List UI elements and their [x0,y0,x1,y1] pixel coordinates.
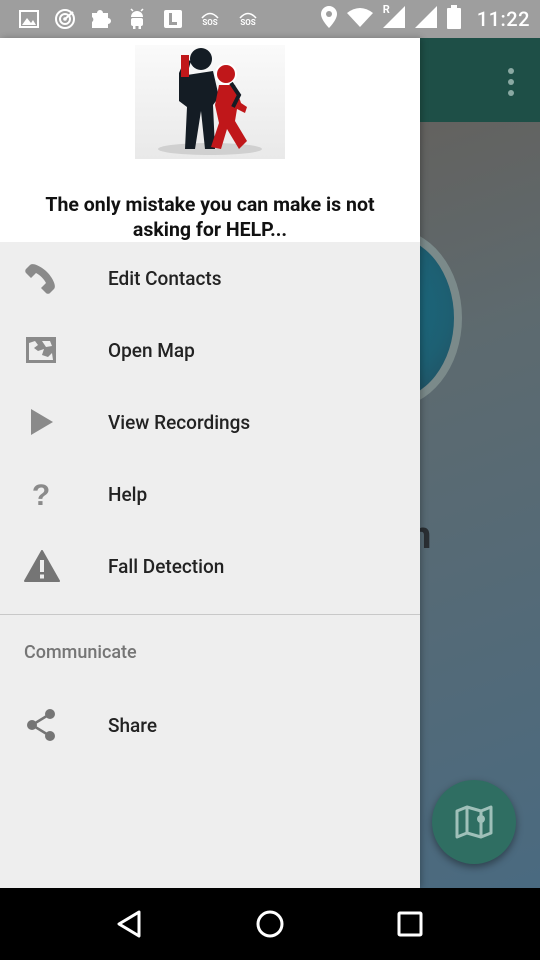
menu-item-label: Edit Contacts [108,266,222,290]
navigation-bar [0,888,540,960]
back-icon [117,910,141,938]
section-title-communicate: Communicate [24,641,137,663]
phone-icon [0,261,108,295]
recents-icon [397,911,423,937]
sos-notification-icon-2: SOS [236,8,260,30]
menu-item-help[interactable]: ? Help [0,458,420,530]
menu-item-label: Fall Detection [108,554,225,578]
menu-item-label: View Recordings [108,410,251,434]
map-icon [455,805,493,839]
wifi-icon [346,7,373,31]
warning-icon [0,550,108,582]
app-notification-icon [162,8,184,30]
signal-icon [414,6,437,32]
android-notification-icon [126,8,148,30]
overflow-menu-icon[interactable] [508,68,514,96]
navigation-drawer: The only mistake you can make is not ask… [0,38,420,888]
play-icon [0,407,108,437]
menu-item-share[interactable]: Share [0,689,420,761]
question-icon: ? [0,477,108,511]
status-bar: SOS SOS R 11:22 [0,0,540,38]
header-quote: The only mistake you can make is not ask… [45,193,375,241]
radar-notification-icon [54,8,76,30]
drawer-menu: Edit Contacts Open Map View Recordings ?… [0,242,420,761]
menu-item-open-map[interactable]: Open Map [0,314,420,386]
image-notification-icon [18,8,40,30]
signal-roaming-icon: R [382,3,405,32]
share-icon [0,708,108,742]
home-icon [256,910,284,938]
drawer-header: The only mistake you can make is not ask… [0,38,420,242]
map-fab[interactable] [432,780,516,864]
back-button[interactable] [100,894,160,954]
menu-item-edit-contacts[interactable]: Edit Contacts [0,242,420,314]
menu-item-view-recordings[interactable]: View Recordings [0,386,420,458]
status-time: 11:22 [476,7,530,31]
menu-item-fall-detection[interactable]: Fall Detection [0,530,420,602]
menu-item-label: Help [108,482,148,506]
sos-notification-icon-1: SOS [198,8,222,30]
home-button[interactable] [240,894,300,954]
help-people-illustration [135,45,285,159]
menu-item-label: Share [108,713,158,737]
recents-button[interactable] [380,894,440,954]
location-icon [320,6,337,32]
svg-text:?: ? [32,479,50,511]
map-icon [0,335,108,365]
menu-item-label: Open Map [108,338,195,362]
puzzle-notification-icon [90,8,112,30]
battery-icon [446,5,461,33]
